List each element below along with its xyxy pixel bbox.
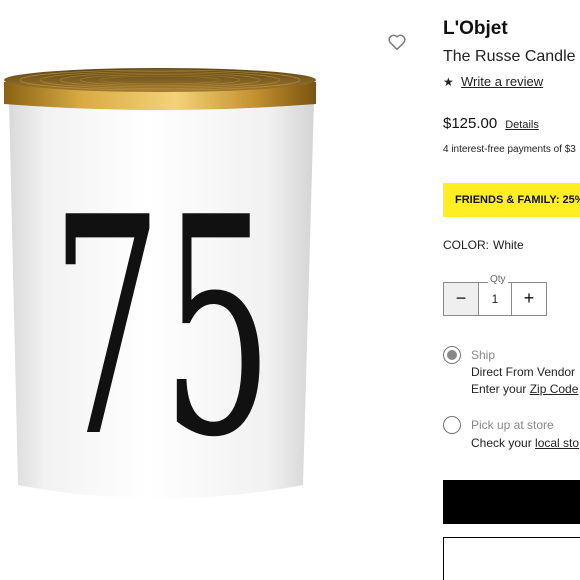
promo-banner: FRIENDS & FAMILY: 25% [443,183,580,217]
pickup-option-title: Pick up at store [471,418,554,432]
zip-code-link[interactable]: Zip Code [530,382,579,396]
pickup-store-row: Check your local sto [471,436,579,450]
candle-number: 75 [51,154,273,503]
product-title: The Russe Candle [443,48,576,65]
pickup-radio[interactable] [443,416,461,434]
write-review-link[interactable]: Write a review [461,74,543,89]
color-value: White [493,238,524,252]
product-info-panel: L'Objet The Russe Candle ★ Write a review… [443,0,580,580]
brand-name[interactable]: L'Objet [443,18,508,40]
ship-zip-row: Enter your Zip Code [471,382,578,396]
star-icon: ★ [443,75,454,89]
ship-radio-selected-dot [447,350,457,360]
quantity-decrease-button[interactable]: − [444,283,479,315]
candle-illustration: 75 [4,68,316,503]
installment-text: 4 interest-free payments of $3 [443,144,576,155]
add-to-favorites-button[interactable] [386,31,408,53]
price-row: $125.00 Details [443,115,539,132]
ship-vendor-text: Direct From Vendor [471,365,576,379]
quantity-increase-button[interactable]: + [511,283,546,315]
quantity-input[interactable] [478,283,512,315]
pickup-store-prefix: Check your [471,436,536,450]
color-label: COLOR: [443,238,490,252]
heart-icon [388,34,406,51]
ship-zip-prefix: Enter your [471,382,530,396]
quantity-stepper: − + Qty [443,274,547,316]
ship-option-title: Ship [471,348,496,362]
price: $125.00 [443,115,498,132]
review-row: ★ Write a review [443,74,543,89]
ship-radio[interactable] [443,346,461,364]
product-image: 75 [0,0,420,548]
quantity-label: Qty [488,274,508,285]
add-to-list-button[interactable] [443,537,580,580]
add-to-bag-button[interactable] [443,480,580,524]
price-details-link[interactable]: Details [505,119,539,131]
color-row: COLOR: White [443,238,524,252]
local-store-link[interactable]: local sto [535,436,579,450]
